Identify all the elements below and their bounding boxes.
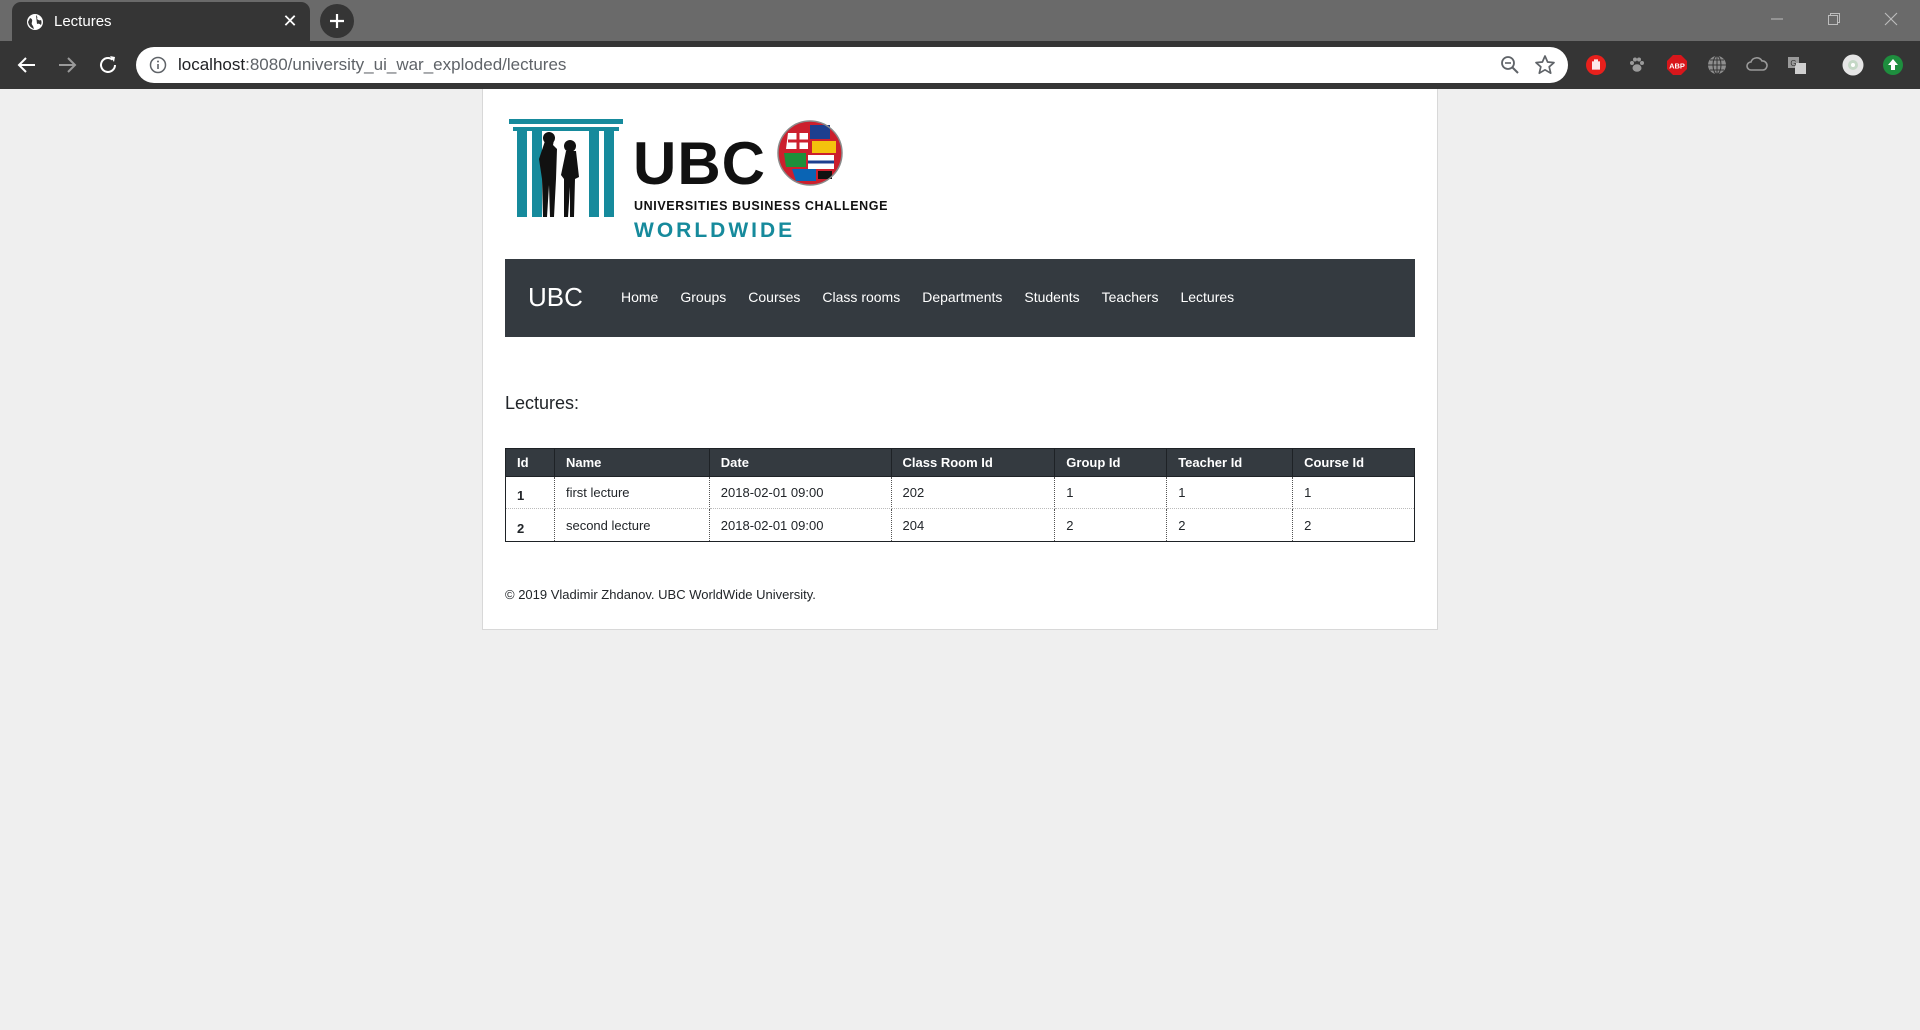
url-host: localhost: [178, 55, 246, 74]
flag-globe-icon: [777, 120, 843, 186]
columns-people-icon: [509, 119, 623, 217]
nav-link-class-rooms[interactable]: Class rooms: [822, 289, 900, 305]
url-path: :8080/university_ui_war_exploded/lecture…: [245, 55, 567, 74]
cell-name: first lecture: [553, 476, 710, 509]
browser-tab-active[interactable]: Lectures ✕: [12, 2, 310, 41]
table-row: 1 first lecture 2018-02-01 09:00 202 1 1…: [505, 476, 1415, 509]
plus-icon: [330, 14, 344, 28]
browser-tab-strip: Lectures ✕: [0, 0, 1920, 41]
cell-id: 2: [505, 508, 555, 542]
cell-teacher-id: 2: [1166, 508, 1294, 542]
stop-hand-extension-icon[interactable]: [1585, 54, 1607, 76]
column-header-date: Date: [708, 448, 892, 477]
cell-name: second lecture: [553, 508, 710, 542]
column-header-group-id: Group Id: [1054, 448, 1168, 477]
zoom-icon[interactable]: [1500, 55, 1520, 75]
translate-extension-icon[interactable]: G: [1786, 54, 1808, 76]
column-header-course-id: Course Id: [1292, 448, 1415, 477]
new-tab-button[interactable]: [320, 4, 354, 38]
info-icon[interactable]: [149, 56, 167, 74]
nav-link-lectures[interactable]: Lectures: [1180, 289, 1234, 305]
restore-button[interactable]: [1806, 0, 1863, 38]
nav-link-teachers[interactable]: Teachers: [1102, 289, 1159, 305]
svg-text:ABP: ABP: [1669, 62, 1685, 71]
back-arrow-icon[interactable]: [15, 53, 39, 77]
column-header-id: Id: [505, 448, 555, 477]
update-arrow-icon[interactable]: [1882, 54, 1904, 76]
nav-link-home[interactable]: Home: [621, 289, 658, 305]
navbar-brand[interactable]: UBC: [528, 282, 583, 313]
cloud-extension-icon[interactable]: [1746, 54, 1768, 76]
tab-title: Lectures: [54, 13, 112, 30]
cell-course-id: 2: [1292, 508, 1415, 542]
close-window-button[interactable]: [1863, 0, 1920, 38]
minimize-icon: [1771, 18, 1783, 20]
restore-icon: [1828, 13, 1840, 25]
page-heading: Lectures:: [505, 393, 580, 413]
nav-link-departments[interactable]: Departments: [922, 289, 1002, 305]
table-row: 2 second lecture 2018-02-01 09:00 204 2 …: [505, 508, 1415, 542]
page-footer: © 2019 Vladimir Zhdanov. UBC WorldWide U…: [505, 587, 816, 602]
cell-group-id: 1: [1054, 476, 1168, 509]
nav-link-groups[interactable]: Groups: [680, 289, 726, 305]
bookmark-star-icon[interactable]: [1534, 54, 1556, 76]
close-icon: [1884, 12, 1898, 26]
page-container: UBC UNIVERSITIES BUSINESS CHALLENGE WORL…: [482, 89, 1438, 630]
cell-course-id: 1: [1292, 476, 1415, 509]
main-navbar: UBC Home Groups Courses Class rooms Depa…: [505, 259, 1415, 337]
profile-avatar-icon[interactable]: [1842, 54, 1864, 76]
vpn-globe-extension-icon[interactable]: [1706, 54, 1728, 76]
table-header-row: Id Name Date Class Room Id Group Id Teac…: [505, 448, 1415, 477]
cell-class-room-id: 204: [890, 508, 1056, 542]
logo-tagline: WORLDWIDE: [634, 219, 796, 242]
window-controls: [1749, 0, 1920, 38]
reload-icon[interactable]: [96, 53, 120, 77]
nav-link-students[interactable]: Students: [1024, 289, 1079, 305]
navbar-links: Home Groups Courses Class rooms Departme…: [621, 289, 1256, 305]
cell-date: 2018-02-01 09:00: [708, 508, 892, 542]
column-header-class-room-id: Class Room Id: [890, 448, 1056, 477]
logo-subtitle: UNIVERSITIES BUSINESS CHALLENGE: [634, 199, 889, 213]
logo-name: UBC: [633, 130, 766, 197]
page-viewport: UBC UNIVERSITIES BUSINESS CHALLENGE WORL…: [0, 89, 1920, 1030]
paw-extension-icon[interactable]: [1626, 54, 1648, 76]
column-header-teacher-id: Teacher Id: [1166, 448, 1294, 477]
nav-link-courses[interactable]: Courses: [748, 289, 800, 305]
close-tab-icon[interactable]: ✕: [280, 11, 300, 31]
cell-id: 1: [505, 476, 555, 509]
cell-date: 2018-02-01 09:00: [708, 476, 892, 509]
cell-group-id: 2: [1054, 508, 1168, 542]
adblock-extension-icon[interactable]: ABP: [1666, 54, 1688, 76]
ubc-logo: UBC UNIVERSITIES BUSINESS CHALLENGE WORL…: [509, 119, 887, 244]
svg-text:G: G: [1790, 59, 1796, 68]
browser-toolbar: localhost:8080/university_ui_war_explode…: [0, 41, 1920, 118]
address-bar[interactable]: localhost:8080/university_ui_war_explode…: [136, 47, 1568, 83]
column-header-name: Name: [553, 448, 710, 477]
forward-arrow-icon[interactable]: [55, 53, 79, 77]
lectures-table: Id Name Date Class Room Id Group Id Teac…: [505, 448, 1415, 542]
cell-teacher-id: 1: [1166, 476, 1294, 509]
cell-class-room-id: 202: [890, 476, 1056, 509]
globe-icon: [27, 14, 43, 30]
minimize-button[interactable]: [1749, 0, 1806, 38]
url-text[interactable]: localhost:8080/university_ui_war_explode…: [178, 55, 566, 75]
